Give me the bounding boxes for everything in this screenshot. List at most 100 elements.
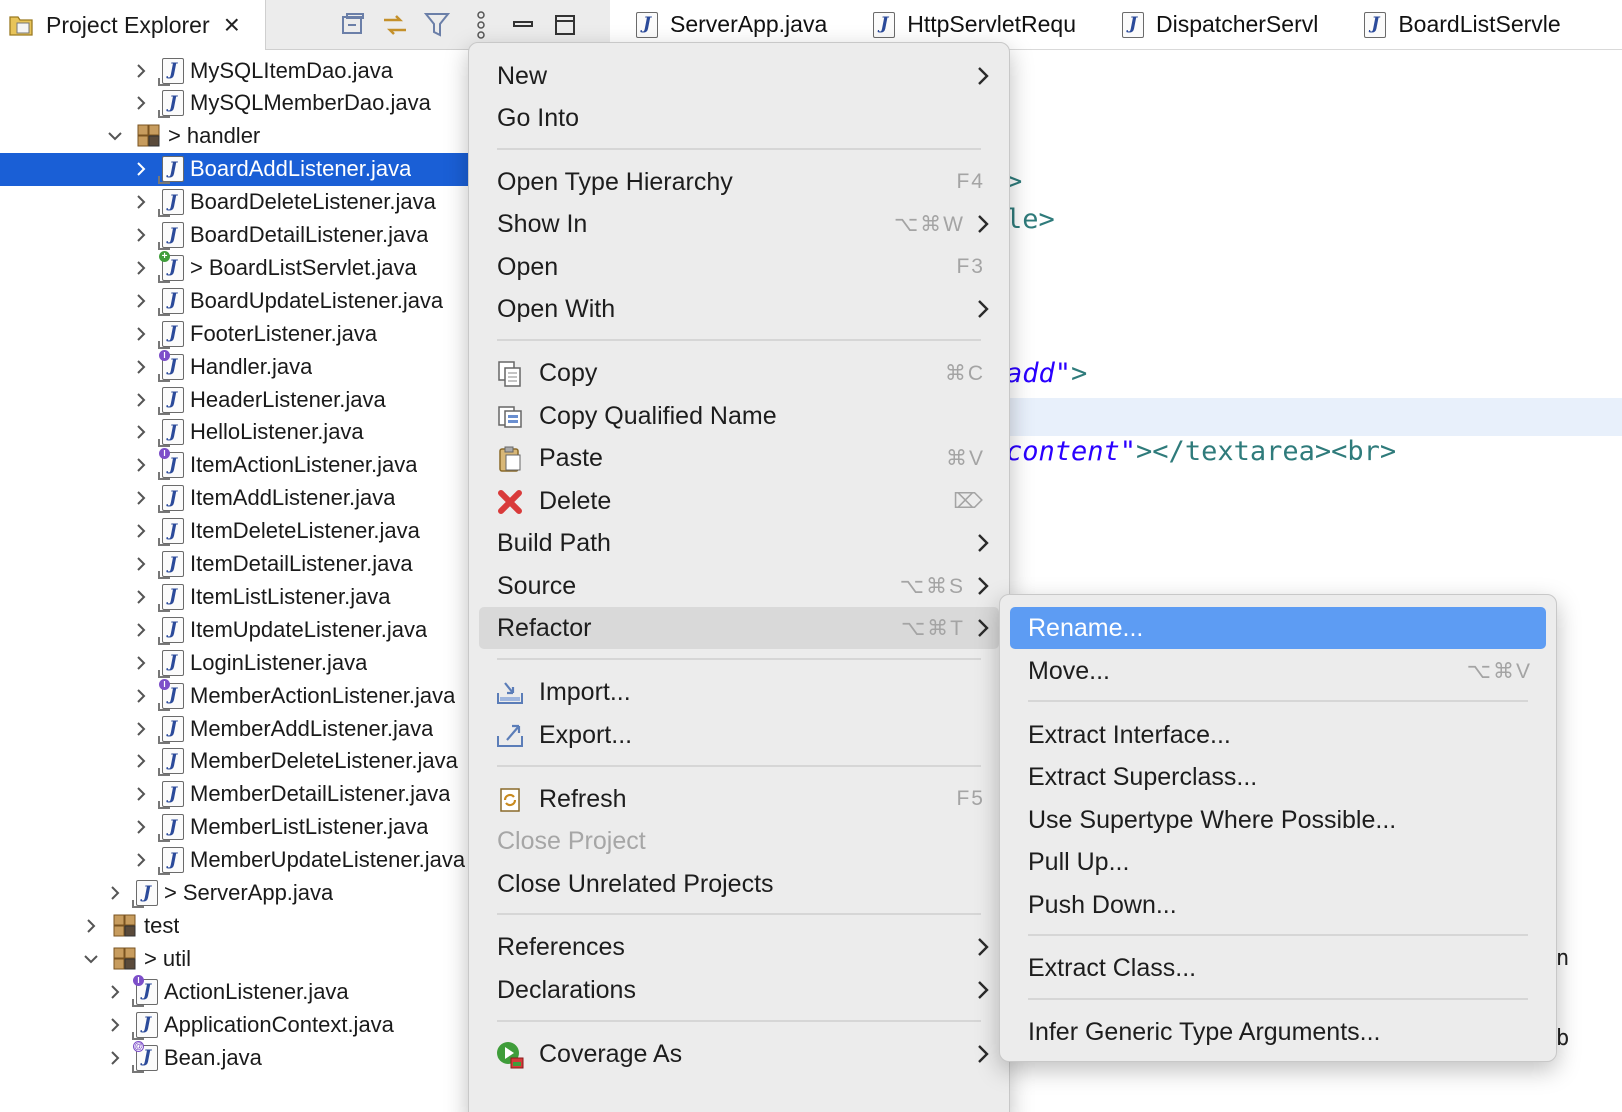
chevron-down-icon[interactable] xyxy=(80,948,102,970)
chevron-right-icon[interactable] xyxy=(130,586,152,608)
tree-item-footerlistener[interactable]: J FooterListener.java xyxy=(0,317,470,350)
chevron-right-icon[interactable] xyxy=(130,421,152,443)
chevron-right-icon[interactable] xyxy=(104,1047,126,1069)
refactor-item-use-supertype-where-possible[interactable]: Use Supertype Where Possible... xyxy=(1010,799,1546,841)
tree-item-applicationcontext[interactable]: J ApplicationContext.java xyxy=(0,1008,470,1041)
tree-item-itemupdatelistener[interactable]: J ItemUpdateListener.java xyxy=(0,613,470,646)
chevron-right-icon[interactable] xyxy=(104,1014,126,1036)
menu-item-copy[interactable]: Copy ⌘C xyxy=(479,352,999,394)
chevron-right-icon[interactable] xyxy=(130,356,152,378)
menu-item-close-unrelated-projects[interactable]: Close Unrelated Projects xyxy=(479,863,999,905)
tree-item-memberactionlistener[interactable]: J I MemberActionListener.java xyxy=(0,678,470,712)
tree-item-boardaddlistener[interactable]: J BoardAddListener.java xyxy=(0,152,470,186)
chevron-right-icon[interactable] xyxy=(130,92,152,114)
tree-item-serverapp[interactable]: J > ServerApp.java xyxy=(0,877,470,910)
tree-item-memberdeletelistener[interactable]: J MemberDeleteListener.java xyxy=(0,745,470,778)
chevron-right-icon[interactable] xyxy=(130,783,152,805)
chevron-right-icon[interactable] xyxy=(130,257,152,279)
tree-item-headerlistener[interactable]: J HeaderListener.java xyxy=(0,383,470,416)
menu-item-coverage-as[interactable]: Coverage As xyxy=(479,1033,999,1075)
menu-item-go-into[interactable]: Go Into xyxy=(479,97,999,139)
chevron-right-icon[interactable] xyxy=(130,191,152,213)
menu-item-show-in[interactable]: Show In ⌥⌘W xyxy=(479,203,999,245)
menu-item-import[interactable]: Import... xyxy=(479,671,999,713)
refactor-item-pull-up[interactable]: Pull Up... xyxy=(1010,841,1546,883)
refactor-item-extract-superclass[interactable]: Extract Superclass... xyxy=(1010,756,1546,798)
tree-item-actionlistener[interactable]: J I ActionListener.java xyxy=(0,974,470,1008)
tree-item-memberupdatelistener[interactable]: J MemberUpdateListener.java xyxy=(0,844,470,877)
tree-item-bean[interactable]: J @ Bean.java xyxy=(0,1040,470,1074)
tree-item-itemaddlistener[interactable]: J ItemAddListener.java xyxy=(0,482,470,515)
project-tree[interactable]: J MySQLItemDao.java J MySQLMemberDao.java > h… xyxy=(0,52,470,1112)
chevron-right-icon[interactable] xyxy=(130,816,152,838)
menu-item-export[interactable]: Export... xyxy=(479,714,999,756)
tree-item-hellolistener[interactable]: J HelloListener.java xyxy=(0,416,470,449)
tree-item-itemlistlistener[interactable]: J ItemListListener.java xyxy=(0,580,470,613)
chevron-right-icon[interactable] xyxy=(130,619,152,641)
chevron-right-icon[interactable] xyxy=(130,389,152,411)
link-with-editor-icon[interactable] xyxy=(378,8,412,42)
chevron-right-icon[interactable] xyxy=(130,652,152,674)
chevron-right-icon[interactable] xyxy=(104,981,126,1003)
chevron-right-icon[interactable] xyxy=(130,224,152,246)
menu-item-new[interactable]: New xyxy=(479,55,999,97)
refactor-item-push-down[interactable]: Push Down... xyxy=(1010,884,1546,926)
chevron-right-icon[interactable] xyxy=(130,718,152,740)
chevron-right-icon[interactable] xyxy=(104,882,126,904)
tree-item-itemdetaillistener[interactable]: J ItemDetailListener.java xyxy=(0,548,470,581)
tree-item-boardlistservlet[interactable]: J + > BoardListServlet.java xyxy=(0,250,470,284)
collapse-all-icon[interactable] xyxy=(336,8,370,42)
chevron-right-icon[interactable] xyxy=(130,290,152,312)
menu-item-refactor[interactable]: Refactor ⌥⌘T xyxy=(479,607,999,649)
menu-item-declarations[interactable]: Declarations xyxy=(479,969,999,1011)
menu-item-delete[interactable]: Delete ⌦ xyxy=(479,480,999,522)
chevron-right-icon[interactable] xyxy=(130,553,152,575)
tree-item-boardupdatelistener[interactable]: J BoardUpdateListener.java xyxy=(0,284,470,317)
tree-item-mysqlitemdao[interactable]: J MySQLItemDao.java xyxy=(0,54,470,87)
refactor-item-rename[interactable]: Rename... xyxy=(1010,607,1546,649)
tree-item-util[interactable]: > util xyxy=(0,942,470,975)
tree-item-mysqlmemberdao[interactable]: J MySQLMemberDao.java xyxy=(0,87,470,120)
menu-item-open[interactable]: Open F3 xyxy=(479,246,999,288)
tree-item-test[interactable]: test xyxy=(0,909,470,942)
chevron-right-icon[interactable] xyxy=(130,454,152,476)
tree-item-handler[interactable]: J I Handler.java xyxy=(0,349,470,383)
tree-item-handler[interactable]: > handler xyxy=(0,120,470,153)
refactor-item-extract-class[interactable]: Extract Class... xyxy=(1010,947,1546,989)
refactor-item-infer-generic-type-arguments[interactable]: Infer Generic Type Arguments... xyxy=(1010,1011,1546,1053)
menu-item-copy-qualified-name[interactable]: Copy Qualified Name xyxy=(479,395,999,437)
chevron-right-icon[interactable] xyxy=(130,158,152,180)
chevron-right-icon[interactable] xyxy=(130,520,152,542)
tree-item-boarddetaillistener[interactable]: J BoardDetailListener.java xyxy=(0,219,470,252)
chevron-right-icon[interactable] xyxy=(130,750,152,772)
chevron-right-icon[interactable] xyxy=(130,685,152,707)
editor-tab[interactable]: J DispatcherServl xyxy=(1098,0,1340,49)
menu-item-open-with[interactable]: Open With xyxy=(479,288,999,330)
view-menu-icon[interactable] xyxy=(464,8,498,42)
tree-item-loginlistener[interactable]: J LoginListener.java xyxy=(0,646,470,679)
chevron-right-icon[interactable] xyxy=(130,849,152,871)
chevron-right-icon[interactable] xyxy=(130,323,152,345)
chevron-right-icon[interactable] xyxy=(130,60,152,82)
minimize-icon[interactable] xyxy=(506,8,540,42)
chevron-down-icon[interactable] xyxy=(104,125,126,147)
project-explorer-tab[interactable]: Project Explorer × xyxy=(0,0,266,50)
menu-item-paste[interactable]: Paste ⌘V xyxy=(479,437,999,479)
maximize-icon[interactable] xyxy=(548,8,582,42)
close-icon[interactable]: × xyxy=(224,11,240,39)
refactor-item-extract-interface[interactable]: Extract Interface... xyxy=(1010,714,1546,756)
tree-item-memberlistlistener[interactable]: J MemberListListener.java xyxy=(0,811,470,844)
tree-item-itemactionlistener[interactable]: J I ItemActionListener.java xyxy=(0,448,470,482)
menu-item-references[interactable]: References xyxy=(479,926,999,968)
chevron-right-icon[interactable] xyxy=(130,487,152,509)
chevron-right-icon[interactable] xyxy=(80,915,102,937)
menu-item-open-type-hierarchy[interactable]: Open Type Hierarchy F4 xyxy=(479,161,999,203)
filter-icon[interactable] xyxy=(420,8,454,42)
tree-item-itemdeletelistener[interactable]: J ItemDeleteListener.java xyxy=(0,515,470,548)
refactor-item-move[interactable]: Move... ⌥⌘V xyxy=(1010,650,1546,692)
tree-item-memberaddlistener[interactable]: J MemberAddListener.java xyxy=(0,712,470,745)
menu-item-refresh[interactable]: Refresh F5 xyxy=(479,778,999,820)
menu-item-source[interactable]: Source ⌥⌘S xyxy=(479,565,999,607)
editor-tab[interactable]: J BoardListServle xyxy=(1340,0,1582,49)
tree-item-memberdetaillistener[interactable]: J MemberDetailListener.java xyxy=(0,778,470,811)
